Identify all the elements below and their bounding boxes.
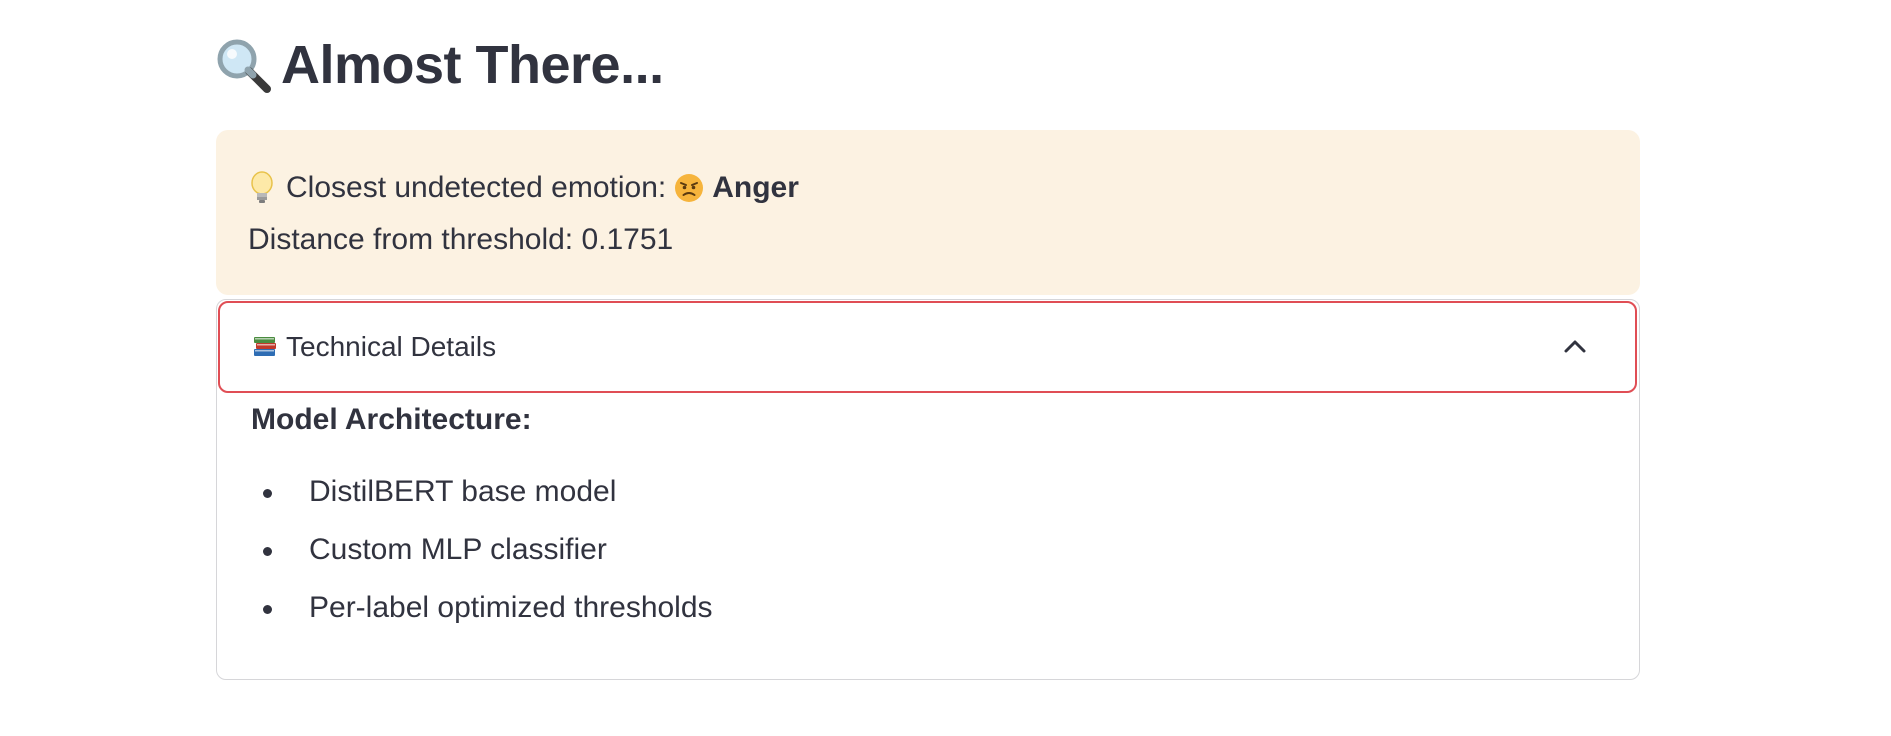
closest-emotion-label: Closest undetected emotion: bbox=[286, 171, 667, 204]
list-item-text: Per-label optimized thresholds bbox=[309, 591, 713, 624]
list-item: Per-label optimized thresholds bbox=[251, 588, 1551, 646]
page: Almost There... Closest undetected emoti… bbox=[0, 0, 1891, 736]
chevron-up-icon[interactable] bbox=[1563, 337, 1587, 355]
angry-face-icon bbox=[675, 174, 704, 202]
list-item-text: DistilBERT base model bbox=[309, 475, 617, 508]
light-bulb-icon bbox=[251, 171, 273, 203]
page-title-row: Almost There... bbox=[213, 30, 664, 100]
list-item: Custom MLP classifier bbox=[251, 530, 1551, 588]
model-architecture-heading: Model Architecture: bbox=[251, 403, 532, 436]
list-item: DistilBERT base model bbox=[251, 472, 1551, 530]
technical-details-toggle[interactable]: Technical Details bbox=[218, 301, 1637, 393]
bullet-icon bbox=[263, 489, 272, 498]
bullet-icon bbox=[263, 547, 272, 556]
bullet-icon bbox=[263, 605, 272, 614]
expander-label: Technical Details bbox=[286, 331, 497, 362]
page-title: Almost There... bbox=[281, 35, 664, 95]
technical-details-expander: Technical Details Model Architecture: Di… bbox=[216, 299, 1640, 680]
distance-text: Distance from threshold: 0.1751 bbox=[248, 223, 674, 256]
books-icon bbox=[254, 337, 276, 356]
warning-alert: Closest undetected emotion: Anger Distan… bbox=[216, 130, 1640, 295]
magnifying-glass-icon bbox=[217, 39, 271, 93]
emotion-name: Anger bbox=[712, 171, 799, 204]
list-item-text: Custom MLP classifier bbox=[309, 533, 607, 566]
expander-content: Model Architecture: DistilBERT base mode… bbox=[251, 400, 1551, 646]
closest-emotion-line: Closest undetected emotion: Anger bbox=[248, 168, 1640, 208]
architecture-list: DistilBERT base model Custom MLP classif… bbox=[251, 472, 1551, 646]
